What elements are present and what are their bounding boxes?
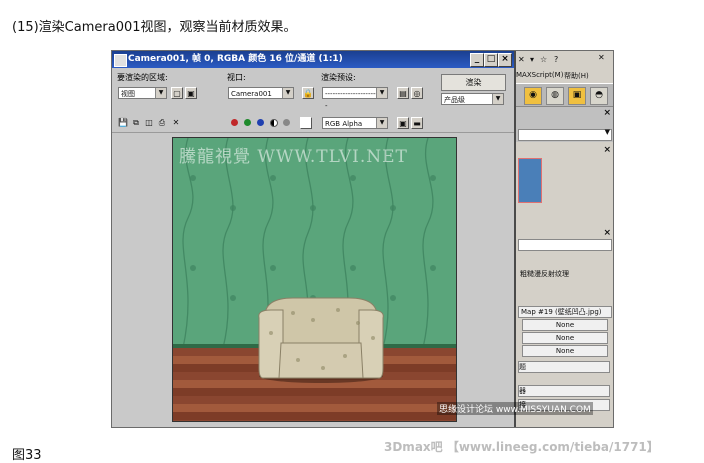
figure-label: 图33 bbox=[12, 448, 42, 463]
render-setup-icon[interactable]: ◍ bbox=[546, 87, 564, 105]
chevron-down-icon: ▼ bbox=[376, 118, 387, 128]
map-slot-button[interactable]: Map #19 (壁纸凹凸.jpg) bbox=[518, 306, 612, 318]
chevron-down-icon: ▼ bbox=[376, 88, 387, 98]
parameter-field[interactable] bbox=[518, 239, 612, 251]
screenshot-frame: Camera001, 帧 0, RGBA 颜色 16 位/通道 (1:1) _ … bbox=[111, 50, 614, 428]
close-icon[interactable]: × bbox=[603, 145, 611, 155]
help-icon[interactable]: ? bbox=[554, 55, 558, 64]
diffuse-roughness-label: 粗糙漫反射纹理 bbox=[520, 270, 569, 278]
title-bar[interactable]: Camera001, 帧 0, RGBA 颜色 16 位/通道 (1:1) _ … bbox=[112, 51, 514, 68]
clear-icon[interactable]: ✕ bbox=[170, 117, 182, 129]
render-frame-icon[interactable]: ▣ bbox=[568, 87, 586, 105]
close-icon[interactable]: × bbox=[603, 108, 611, 118]
material-panel-header: × ▼ bbox=[516, 107, 613, 142]
chevron-down-icon[interactable]: ▾ bbox=[530, 55, 534, 64]
chevron-down-icon: ▼ bbox=[492, 94, 503, 104]
preset-label: 渲染预设: bbox=[321, 73, 356, 82]
none-button-2[interactable]: None bbox=[522, 332, 608, 344]
scene-watermark: 騰龍視覺 WWW.TLVI.NET bbox=[179, 147, 408, 167]
none-button-1[interactable]: None bbox=[522, 319, 608, 331]
menu-bar: MAXScript(M) 帮助(H) bbox=[516, 69, 613, 82]
mono-icon[interactable] bbox=[283, 119, 290, 126]
edit-region-icon[interactable]: ▢ bbox=[171, 87, 183, 99]
main-menu: ✕ ▾ ☆ ? ✕ bbox=[516, 53, 613, 67]
none-button-3[interactable]: None bbox=[522, 345, 608, 357]
map-parameters: × 粗糙漫反射纹理 Map #19 (壁纸凹凸.jpg) None None N… bbox=[516, 227, 613, 427]
armchair bbox=[258, 297, 384, 383]
maximize-button[interactable]: □ bbox=[484, 53, 498, 67]
viewport-label: 视口: bbox=[227, 73, 246, 82]
toggle-ui-icon[interactable]: ▬ bbox=[411, 117, 423, 129]
chevron-down-icon: ▼ bbox=[155, 88, 166, 98]
alpha-channel-icon[interactable] bbox=[270, 119, 278, 127]
command-panel: ✕ ▾ ☆ ? ✕ MAXScript(M) 帮助(H) ◉ ◍ ▣ ◓ × ▼… bbox=[516, 51, 613, 427]
close-button[interactable]: × bbox=[498, 53, 512, 67]
material-slot-preview[interactable] bbox=[518, 158, 542, 203]
lock-icon[interactable]: 🔒 bbox=[302, 87, 314, 99]
rollout-2[interactable]: 器 bbox=[518, 385, 610, 397]
green-channel-icon[interactable] bbox=[244, 119, 251, 126]
product-dropdown[interactable]: 产品级 ▼ bbox=[441, 93, 504, 105]
render-controls: 要渲染的区域: 视图 ▼ ▢ ▣ 视口: Camera001 ▼ 🔒 渲染预设:… bbox=[112, 68, 514, 115]
close-icon[interactable]: ✕ bbox=[598, 53, 605, 62]
material-slots: × bbox=[516, 144, 613, 224]
area-label: 要渲染的区域: bbox=[117, 73, 168, 82]
rendered-image: 騰龍視覺 WWW.TLVI.NET bbox=[172, 137, 457, 422]
save-icon[interactable]: 💾 bbox=[117, 117, 129, 129]
area-dropdown[interactable]: 视图 ▼ bbox=[118, 87, 167, 99]
render-button[interactable]: 渲染 bbox=[441, 74, 506, 91]
star-icon[interactable]: ☆ bbox=[540, 55, 547, 64]
display-icon[interactable]: ▣ bbox=[397, 117, 409, 129]
chevron-down-icon: ▼ bbox=[282, 88, 293, 98]
chevron-down-icon: ▼ bbox=[604, 128, 610, 136]
render-toolbar: 💾 ⧉ ◫ ⎙ ✕ RGB Alpha ▼ ▣ ▬ bbox=[112, 114, 514, 133]
render-setup-icon[interactable]: ▤ bbox=[397, 87, 409, 99]
auto-region-icon[interactable]: ▣ bbox=[185, 87, 197, 99]
menu-maxscript[interactable]: MAXScript(M) bbox=[516, 71, 563, 79]
minimize-button[interactable]: _ bbox=[470, 53, 484, 67]
app-icon bbox=[114, 54, 127, 67]
caption-top: (15)渲染Camera001视图，观察当前材质效果。 bbox=[12, 20, 297, 35]
render-frame-window: Camera001, 帧 0, RGBA 颜色 16 位/通道 (1:1) _ … bbox=[112, 51, 516, 427]
clone-icon[interactable]: ◫ bbox=[143, 117, 155, 129]
rollout-1[interactable]: 题 bbox=[518, 361, 610, 373]
channel-dropdown[interactable]: RGB Alpha ▼ bbox=[322, 117, 388, 129]
teapot-icon[interactable]: ◓ bbox=[590, 87, 608, 105]
blue-channel-icon[interactable] bbox=[257, 119, 264, 126]
copy-icon[interactable]: ⧉ bbox=[130, 117, 142, 129]
close-icon[interactable]: ✕ bbox=[518, 55, 525, 64]
color-swatch[interactable] bbox=[300, 117, 312, 129]
red-channel-icon[interactable] bbox=[231, 119, 238, 126]
credit-watermark: 3Dmax吧 【www.lineeg.com/tieba/1771】 bbox=[384, 440, 659, 454]
viewport-dropdown[interactable]: Camera001 ▼ bbox=[228, 87, 294, 99]
close-icon[interactable]: × bbox=[603, 228, 611, 238]
environment-icon[interactable]: ◎ bbox=[411, 87, 423, 99]
material-dropdown[interactable]: ▼ bbox=[518, 128, 612, 141]
site-watermark: 思缘设计论坛 www.MISSYUAN.COM bbox=[437, 402, 593, 415]
main-toolbar: ◉ ◍ ▣ ◓ bbox=[516, 83, 613, 107]
menu-help[interactable]: 帮助(H) bbox=[564, 71, 589, 81]
preset-dropdown[interactable]: ------------------------- ▼ bbox=[322, 87, 388, 110]
print-icon[interactable]: ⎙ bbox=[156, 117, 168, 129]
window-title: Camera001, 帧 0, RGBA 颜色 16 位/通道 (1:1) bbox=[128, 54, 343, 64]
material-editor-icon[interactable]: ◉ bbox=[524, 87, 542, 105]
